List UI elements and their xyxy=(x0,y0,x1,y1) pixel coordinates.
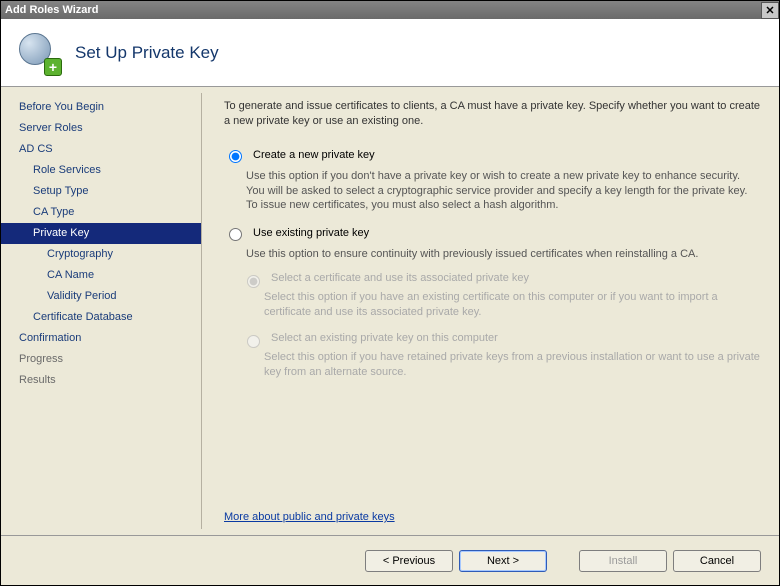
radio-select-existing-key xyxy=(247,335,260,348)
content-pane: To generate and issue certificates to cl… xyxy=(202,87,779,535)
sidebar-step[interactable]: Role Services xyxy=(1,160,201,181)
option-label: Use existing private key xyxy=(253,227,369,241)
option-label: Create a new private key xyxy=(253,149,375,163)
sidebar-step[interactable]: Progress xyxy=(1,349,201,370)
sidebar-step[interactable]: Private Key xyxy=(1,223,201,244)
suboption-label: Select a certificate and use its associa… xyxy=(271,272,529,288)
install-button[interactable]: Install xyxy=(579,550,667,572)
sidebar-step[interactable]: CA Name xyxy=(1,265,201,286)
suboption-select-certificate: Select a certificate and use its associa… xyxy=(242,272,761,288)
title-bar: Add Roles Wizard ✕ xyxy=(1,1,779,19)
close-button[interactable]: ✕ xyxy=(761,2,779,19)
suboption-desc: Select this option if you have an existi… xyxy=(264,290,761,320)
next-button[interactable]: Next > xyxy=(459,550,547,572)
option-desc: Use this option if you don't have a priv… xyxy=(246,169,761,214)
option-use-existing-key[interactable]: Use existing private key xyxy=(220,227,761,241)
previous-button[interactable]: < Previous xyxy=(365,550,453,572)
radio-select-certificate xyxy=(247,275,260,288)
intro-text: To generate and issue certificates to cl… xyxy=(220,99,761,129)
wizard-body: Before You BeginServer RolesAD CSRole Se… xyxy=(1,87,779,535)
sidebar-step[interactable]: Server Roles xyxy=(1,118,201,139)
cancel-button[interactable]: Cancel xyxy=(673,550,761,572)
sidebar-step[interactable]: AD CS xyxy=(1,139,201,160)
sidebar-step[interactable]: Setup Type xyxy=(1,181,201,202)
window-title: Add Roles Wizard xyxy=(5,4,98,16)
wizard-header: + Set Up Private Key xyxy=(1,19,779,87)
suboption-label: Select an existing private key on this c… xyxy=(271,332,498,348)
sidebar-step[interactable]: Validity Period xyxy=(1,286,201,307)
sidebar-step[interactable]: Results xyxy=(1,370,201,391)
wizard-icon: + xyxy=(19,33,59,73)
sidebar-step[interactable]: Before You Begin xyxy=(1,97,201,118)
option-create-new-key[interactable]: Create a new private key xyxy=(220,149,761,163)
sidebar-step[interactable]: Cryptography xyxy=(1,244,201,265)
page-title: Set Up Private Key xyxy=(75,43,219,63)
more-info-link[interactable]: More about public and private keys xyxy=(220,511,395,523)
sidebar-step[interactable]: CA Type xyxy=(1,202,201,223)
sidebar-step[interactable]: Confirmation xyxy=(1,328,201,349)
wizard-steps-sidebar: Before You BeginServer RolesAD CSRole Se… xyxy=(1,87,201,535)
sidebar-step[interactable]: Certificate Database xyxy=(1,307,201,328)
plus-icon: + xyxy=(44,58,62,76)
suboption-desc: Select this option if you have retained … xyxy=(264,350,761,380)
radio-create-new-key[interactable] xyxy=(229,150,242,163)
close-icon: ✕ xyxy=(765,4,774,17)
radio-use-existing-key[interactable] xyxy=(229,228,242,241)
wizard-footer: < Previous Next > Install Cancel xyxy=(1,535,779,585)
suboption-select-existing-key: Select an existing private key on this c… xyxy=(242,332,761,348)
option-desc: Use this option to ensure continuity wit… xyxy=(246,247,761,262)
